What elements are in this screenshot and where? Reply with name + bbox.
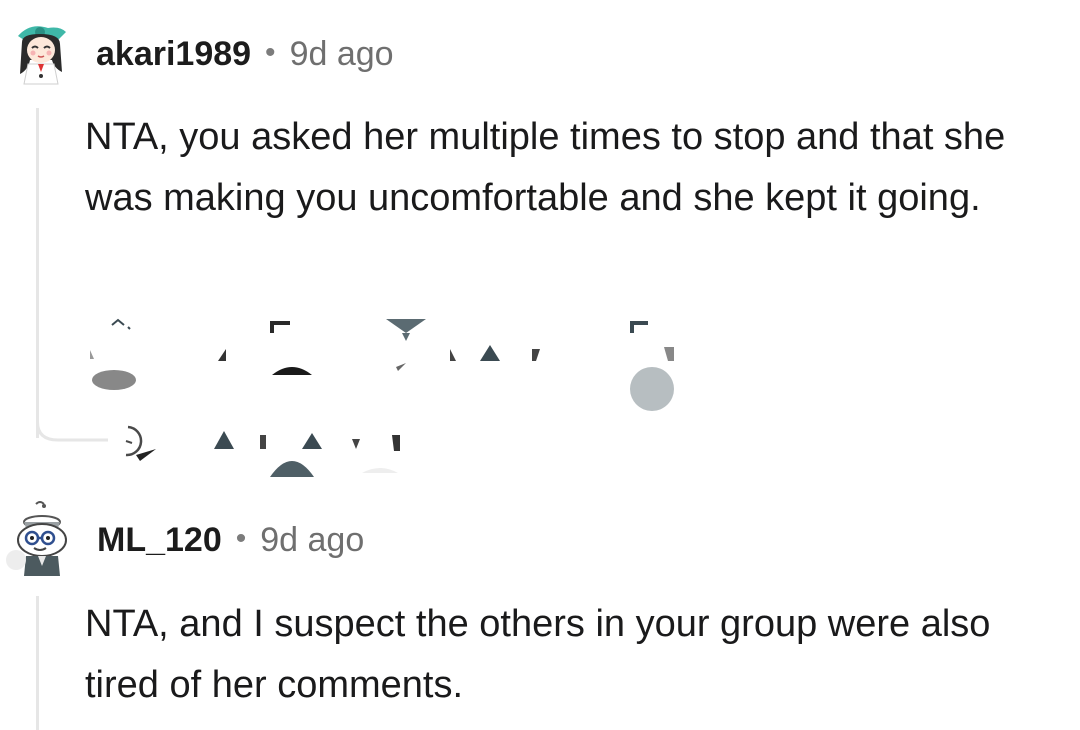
username-link[interactable]: akari1989 [96, 35, 251, 74]
comment-header: akari1989 • 9d ago [96, 35, 394, 74]
user-avatar-ml-120[interactable] [4, 500, 74, 576]
snoo-glasses-avatar-icon [6, 501, 67, 576]
comment-age[interactable]: 9d ago [290, 35, 394, 74]
meta-separator: • [235, 521, 247, 555]
comment-header: ML_120 • 9d ago [97, 521, 364, 560]
user-avatar-akari1989[interactable] [8, 20, 74, 86]
glitched-action-bar [90, 318, 674, 477]
comment-thread: akari1989 • 9d ago NTA, you asked her mu… [0, 0, 1080, 730]
thread-collapse-line[interactable] [36, 108, 39, 438]
thread-collapse-line[interactable] [36, 596, 39, 730]
meta-separator: • [265, 35, 276, 69]
comment-body: NTA, you asked her multiple times to sto… [85, 116, 1006, 219]
username-link[interactable]: ML_120 [97, 521, 222, 560]
comment-age[interactable]: 9d ago [260, 521, 364, 560]
comment-body: NTA, and I suspect the others in your gr… [85, 603, 991, 706]
anime-girl-avatar-icon [18, 26, 66, 85]
